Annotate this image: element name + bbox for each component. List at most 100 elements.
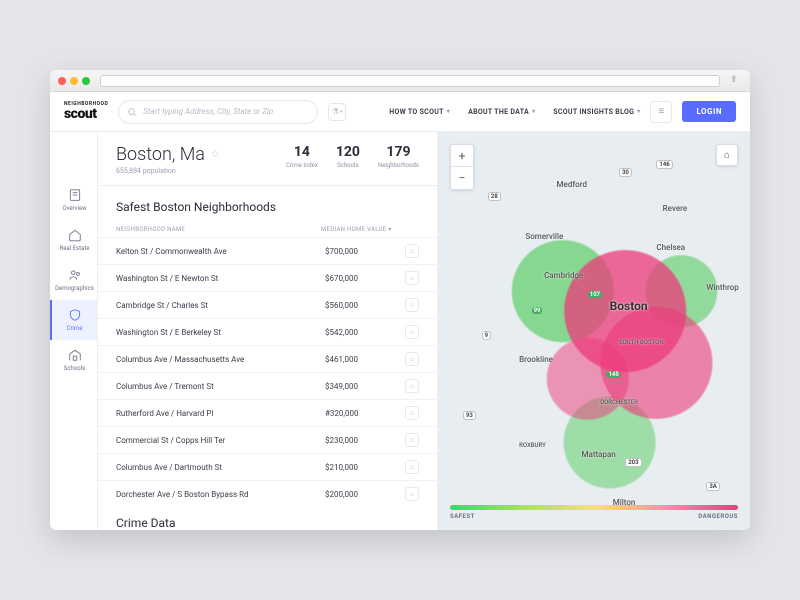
- url-field[interactable]: [100, 75, 720, 87]
- share-icon[interactable]: ⇪: [730, 75, 742, 87]
- nav-how-to-scout[interactable]: HOW TO SCOUT▾: [389, 108, 450, 116]
- table-row[interactable]: Dorchester Ave / S Boston Bypass Rd$200,…: [98, 480, 437, 502]
- route-shield: 99: [532, 307, 543, 314]
- route-shield: 28: [488, 192, 501, 201]
- table-row[interactable]: Columbus Ave / Dartmouth St$210,000⌂: [98, 453, 437, 480]
- map-panel[interactable]: Boston Cambridge Somerville Medford Reve…: [438, 132, 750, 530]
- row-home-button[interactable]: ⌂: [405, 487, 419, 501]
- favorite-star-icon[interactable]: ☆: [211, 149, 220, 160]
- map-legend: SAFEST DANGEROUS: [450, 505, 738, 520]
- nav-about-data[interactable]: ABOUT THE DATA▾: [468, 108, 535, 116]
- row-value: $230,000: [325, 436, 405, 445]
- sidebar-item-label: Real Estate: [60, 245, 90, 252]
- map-label-dorchester: DORCHESTER: [600, 399, 638, 406]
- map-label-roxbury: ROXBURY: [519, 442, 546, 449]
- chevron-down-icon: ▾: [447, 108, 450, 115]
- minimize-window-icon[interactable]: [70, 77, 78, 85]
- stat-neighborhoods: 179 Neighborhoods: [378, 144, 419, 169]
- row-home-button[interactable]: ⌂: [405, 271, 419, 285]
- stat-crime-index: 14 Crime Index: [286, 144, 318, 169]
- row-value: $560,000: [325, 301, 405, 310]
- legend-safe-label: SAFEST: [450, 513, 475, 520]
- row-name: Washington St / E Newton St: [116, 274, 325, 283]
- overview-icon: [68, 188, 82, 202]
- route-shield: 107: [588, 291, 602, 298]
- table-row[interactable]: Columbus Ave / Massachusetts Ave$461,000…: [98, 345, 437, 372]
- legend-gradient: [450, 505, 738, 510]
- map-home-button[interactable]: ⌂: [716, 144, 738, 166]
- map-label-winthrop: Winthrop: [706, 283, 738, 292]
- people-icon: [68, 268, 82, 282]
- legend-danger-label: DANGEROUS: [698, 513, 738, 520]
- row-home-button[interactable]: ⌂: [405, 352, 419, 366]
- sidebar-item-real-estate[interactable]: Real Estate: [50, 220, 97, 260]
- city-title: Boston, Ma ☆: [116, 144, 220, 165]
- map-label-somerville: Somerville: [525, 232, 563, 241]
- row-home-button[interactable]: ⌂: [405, 298, 419, 312]
- filter-button[interactable]: ⚗▾: [328, 103, 346, 121]
- sidebar: Overview Real Estate Demographics Crime …: [50, 132, 98, 530]
- row-value: $542,000: [325, 328, 405, 337]
- sidebar-item-crime[interactable]: Crime: [50, 300, 97, 340]
- col-name[interactable]: NEIGHBORHOOD NAME: [116, 226, 321, 233]
- row-home-button[interactable]: ⌂: [405, 325, 419, 339]
- zoom-control: + −: [450, 144, 474, 190]
- sidebar-item-schools[interactable]: Schools: [50, 340, 97, 380]
- map-label-boston: Boston: [610, 299, 648, 313]
- browser-window: ⇪ NEIGHBORHOOD scout Start typing Addres…: [50, 70, 750, 530]
- browser-chrome: ⇪: [50, 70, 750, 92]
- route-shield: 9: [482, 331, 491, 340]
- table-row[interactable]: Washington St / E Newton St$670,000⌂: [98, 264, 437, 291]
- shield-icon: [68, 308, 82, 322]
- row-home-button[interactable]: ⌂: [405, 433, 419, 447]
- chevron-down-icon: ▾: [637, 108, 640, 115]
- sidebar-item-label: Crime: [67, 325, 83, 332]
- map-canvas[interactable]: Boston Cambridge Somerville Medford Reve…: [438, 132, 750, 530]
- row-home-button[interactable]: ⌂: [405, 406, 419, 420]
- table-body: Kelton St / Commonwealth Ave$700,000⌂Was…: [98, 237, 437, 502]
- table-row[interactable]: Columbus Ave / Tremont St$349,000⌂: [98, 372, 437, 399]
- table-row[interactable]: Washington St / E Berkeley St$542,000⌂: [98, 318, 437, 345]
- table-header: NEIGHBORHOOD NAME MEDIAN HOME VALUE ▾: [98, 222, 437, 237]
- row-value: $200,000: [325, 490, 405, 499]
- menu-button[interactable]: ≡: [650, 101, 672, 123]
- row-name: Cambridge St / Charles St: [116, 301, 325, 310]
- route-shield: 145: [606, 371, 620, 378]
- table-row[interactable]: Rutherford Ave / Harvard Pl#320,000⌂: [98, 399, 437, 426]
- row-home-button[interactable]: ⌂: [405, 244, 419, 258]
- row-name: Kelton St / Commonwealth Ave: [116, 247, 325, 256]
- search-input[interactable]: Start typing Address, City, State or Zip: [118, 100, 318, 124]
- map-label-medford: Medford: [557, 180, 587, 189]
- map-label-brookline: Brookline: [519, 355, 553, 364]
- table-row[interactable]: Kelton St / Commonwealth Ave$700,000⌂: [98, 237, 437, 264]
- row-name: Commercial St / Copps Hill Ter: [116, 436, 325, 445]
- route-shield: 93: [463, 411, 476, 420]
- login-button[interactable]: LOGIN: [682, 101, 736, 122]
- zoom-in-button[interactable]: +: [451, 145, 473, 167]
- row-home-button[interactable]: ⌂: [405, 379, 419, 393]
- window-controls: [58, 77, 90, 85]
- content-area: Boston, Ma ☆ 655,884 population 14 Crime…: [98, 132, 750, 530]
- sidebar-item-overview[interactable]: Overview: [50, 180, 97, 220]
- map-label-mattapan: Mattapan: [582, 450, 616, 459]
- brand-logo[interactable]: NEIGHBORHOOD scout: [64, 102, 108, 121]
- search-placeholder: Start typing Address, City, State or Zip: [143, 107, 309, 116]
- nav-insights-blog[interactable]: SCOUT INSIGHTS BLOG▾: [553, 108, 640, 116]
- row-home-button[interactable]: ⌂: [405, 460, 419, 474]
- zoom-out-button[interactable]: −: [451, 167, 473, 189]
- sidebar-item-demographics[interactable]: Demographics: [50, 260, 97, 300]
- close-window-icon[interactable]: [58, 77, 66, 85]
- sidebar-item-label: Demographics: [55, 285, 94, 292]
- row-name: Washington St / E Berkeley St: [116, 328, 325, 337]
- route-shield: 30: [619, 168, 632, 177]
- sort-icon: ▾: [388, 226, 391, 233]
- map-label-southboston: SOUTH BOSTON: [619, 339, 664, 346]
- chevron-down-icon: ▾: [532, 108, 535, 115]
- table-row[interactable]: Cambridge St / Charles St$560,000⌂: [98, 291, 437, 318]
- row-value: $670,000: [325, 274, 405, 283]
- city-stats: 14 Crime Index 120 Schools 179 Neighborh…: [286, 144, 419, 169]
- row-name: Columbus Ave / Massachusetts Ave: [116, 355, 325, 364]
- col-value[interactable]: MEDIAN HOME VALUE ▾: [321, 226, 401, 233]
- table-row[interactable]: Commercial St / Copps Hill Ter$230,000⌂: [98, 426, 437, 453]
- maximize-window-icon[interactable]: [82, 77, 90, 85]
